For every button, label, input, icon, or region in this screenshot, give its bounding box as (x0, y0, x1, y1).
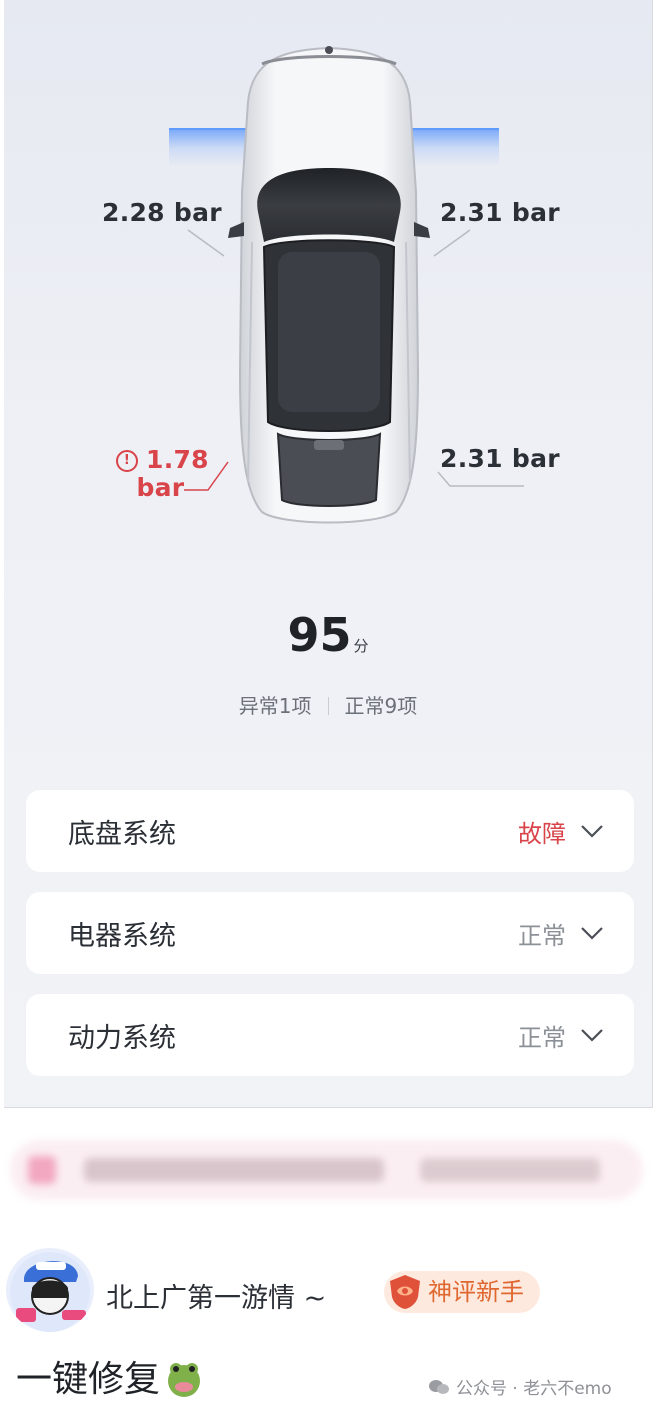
shield-badge-icon (390, 1275, 420, 1309)
status-text: 正常 (518, 921, 566, 950)
watermark: 公众号 · 老六不emo (428, 1374, 612, 1399)
abnormal-count: 异常1项 (238, 694, 312, 718)
rear-right-leader-line (437, 471, 524, 487)
badge-label: 神评新手 (428, 1278, 524, 1306)
front-left-leader-line (187, 229, 225, 257)
comment-username[interactable]: 北上广第一游情 ~ (106, 1276, 326, 1315)
chevron-down-icon[interactable] (580, 926, 604, 940)
rear-right-tire-pressure: 2.31 bar (440, 444, 560, 473)
system-status: 正常 (518, 916, 604, 951)
status-text: 故障 (518, 819, 566, 848)
front-right-leader-line (433, 229, 471, 257)
divider (327, 697, 329, 715)
comment-header: 北上广第一游情 ~ 神评新手 (0, 1240, 653, 1350)
health-score: 95 分 (4, 608, 652, 662)
system-card-powertrain[interactable]: 动力系统 正常 (26, 994, 634, 1076)
front-left-tire-pressure: 2.28 bar (102, 198, 222, 227)
blurred-banner (10, 1140, 643, 1200)
warning-icon: ! (116, 450, 138, 472)
avatar[interactable] (6, 1248, 94, 1332)
comment-body: 一键修复 (16, 1350, 204, 1402)
watermark-text: 公众号 · 老六不emo (456, 1379, 612, 1399)
chevron-down-icon[interactable] (580, 1028, 604, 1042)
status-text: 正常 (518, 1023, 566, 1052)
frog-face-icon (168, 1363, 201, 1397)
car-top-view (228, 46, 430, 524)
vehicle-check-screen: 2.28 bar 2.31 bar ! 1.78 bar 2.31 bar 95 分… (4, 0, 653, 1108)
wechat-icon (429, 1379, 449, 1394)
score-value: 95 (287, 608, 352, 662)
system-label: 底盘系统 (68, 818, 176, 850)
system-status: 故障 (518, 814, 604, 849)
system-status: 正常 (518, 1018, 604, 1053)
check-summary: 异常1项 正常9项 (4, 690, 652, 719)
rear-left-leader-line (184, 461, 229, 491)
front-right-tire-pressure: 2.31 bar (440, 198, 560, 227)
system-card-electrical[interactable]: 电器系统 正常 (26, 892, 634, 974)
system-card-chassis[interactable]: 底盘系统 故障 (26, 790, 634, 872)
normal-count: 正常9项 (344, 694, 418, 718)
chevron-down-icon[interactable] (580, 824, 604, 838)
system-label: 动力系统 (68, 1022, 176, 1054)
score-unit: 分 (353, 637, 369, 655)
user-badge: 神评新手 (384, 1271, 540, 1313)
comment-text: 一键修复 (16, 1359, 161, 1400)
system-label: 电器系统 (68, 920, 176, 952)
